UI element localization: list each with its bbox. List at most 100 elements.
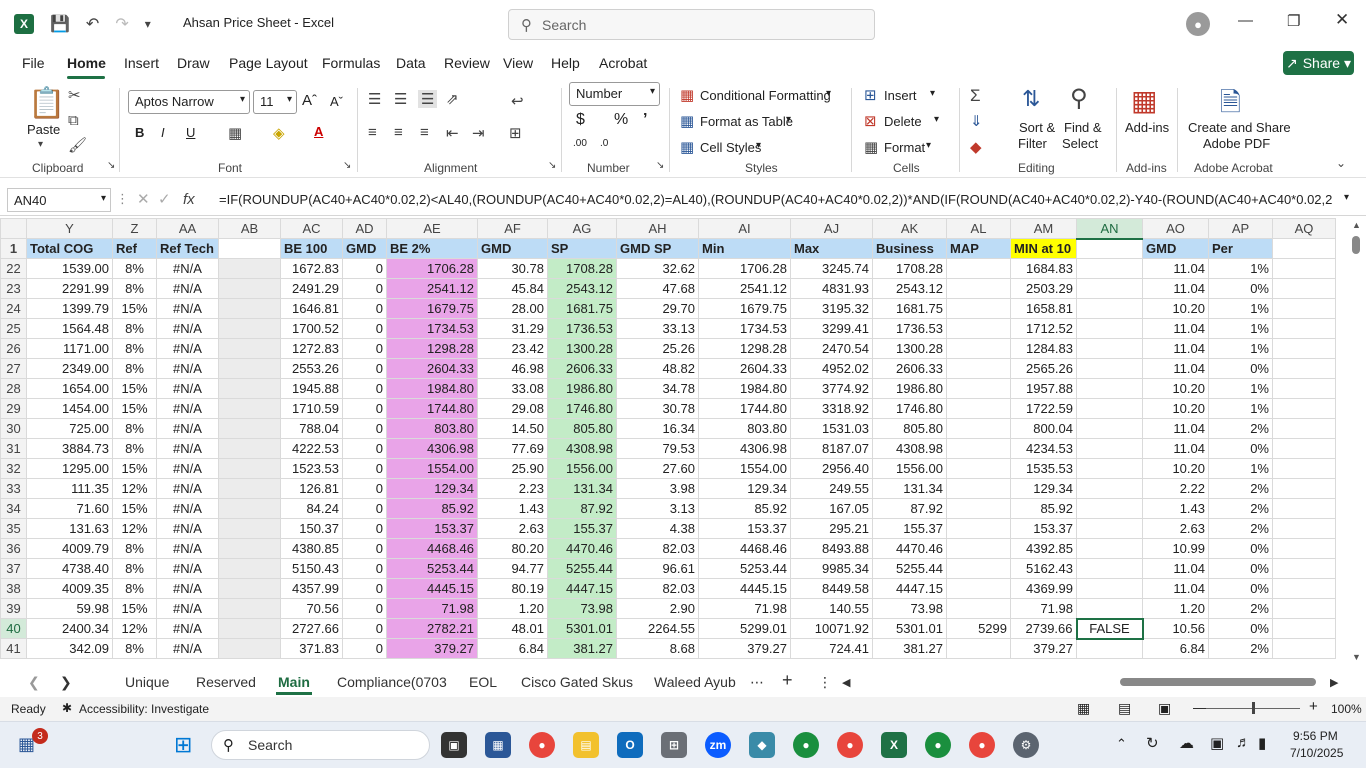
cell-ao25[interactable]: 11.04 <box>1142 318 1209 339</box>
cell-ac39[interactable]: 70.56 <box>280 598 343 619</box>
tab-home[interactable]: Home <box>67 55 106 71</box>
cell-ak23[interactable]: 2543.12 <box>872 278 947 299</box>
expand-formula-icon[interactable]: ▾ <box>1344 192 1349 203</box>
cell-ab26[interactable] <box>218 338 281 359</box>
cell-z39[interactable]: 15% <box>112 598 157 619</box>
cell-af26[interactable]: 23.42 <box>477 338 548 359</box>
cell-ak22[interactable]: 1708.28 <box>872 258 947 279</box>
cell-z41[interactable]: 8% <box>112 638 157 659</box>
cell-aa35[interactable]: #N/A <box>156 518 219 539</box>
cell-y37[interactable]: 4738.40 <box>26 558 113 579</box>
cell-y29[interactable]: 1454.00 <box>26 398 113 419</box>
cell-y38[interactable]: 4009.35 <box>26 578 113 599</box>
task-view-icon[interactable]: ▣ <box>441 732 467 758</box>
cell-ap23[interactable]: 0% <box>1208 278 1273 299</box>
cell-y30[interactable]: 725.00 <box>26 418 113 439</box>
zoom-level[interactable]: 100% <box>1331 702 1362 716</box>
cell-ao30[interactable]: 11.04 <box>1142 418 1209 439</box>
row-header[interactable]: 35 <box>0 518 27 539</box>
cell-ad25[interactable]: 0 <box>342 318 387 339</box>
cell-ad33[interactable]: 0 <box>342 478 387 499</box>
cell-aa28[interactable]: #N/A <box>156 378 219 399</box>
cell-y31[interactable]: 3884.73 <box>26 438 113 459</box>
find-select-icon[interactable]: ⚲ <box>1070 84 1088 113</box>
cell-ad30[interactable]: 0 <box>342 418 387 439</box>
save-icon[interactable]: 💾 <box>50 14 70 34</box>
cell-z1[interactable]: Ref <box>112 238 157 259</box>
cell-ai34[interactable]: 85.92 <box>698 498 791 519</box>
cell-af30[interactable]: 14.50 <box>477 418 548 439</box>
cell-aj33[interactable]: 249.55 <box>790 478 873 499</box>
cell-ak34[interactable]: 87.92 <box>872 498 947 519</box>
cell-y22[interactable]: 1539.00 <box>26 258 113 279</box>
cell-ac34[interactable]: 84.24 <box>280 498 343 519</box>
cell-ap1[interactable]: Per <box>1208 238 1273 259</box>
cell-ah27[interactable]: 48.82 <box>616 358 699 379</box>
cell-an36[interactable] <box>1076 538 1143 559</box>
zoom-out-icon[interactable]: — <box>1193 699 1207 715</box>
cell-ac1[interactable]: BE 100 <box>280 238 343 259</box>
cell-an27[interactable] <box>1076 358 1143 379</box>
battery-icon[interactable]: ▮ <box>1258 734 1266 752</box>
cell-aj24[interactable]: 3195.32 <box>790 298 873 319</box>
cell-am33[interactable]: 129.34 <box>1010 478 1077 499</box>
cell-ad38[interactable]: 0 <box>342 578 387 599</box>
cell-ak30[interactable]: 805.80 <box>872 418 947 439</box>
cell-al38[interactable] <box>946 578 1011 599</box>
cell-ap26[interactable]: 1% <box>1208 338 1273 359</box>
column-header-af[interactable]: AF <box>477 218 548 239</box>
cell-ah31[interactable]: 79.53 <box>616 438 699 459</box>
sheet-tab-compliance[interactable]: Compliance(0703 <box>337 674 447 690</box>
row-header[interactable]: 26 <box>0 338 27 359</box>
column-header-ac[interactable]: AC <box>280 218 343 239</box>
currency-icon[interactable]: $ <box>576 111 585 129</box>
cell-aq25[interactable] <box>1272 318 1336 339</box>
cell-ao28[interactable]: 10.20 <box>1142 378 1209 399</box>
cell-ap30[interactable]: 2% <box>1208 418 1273 439</box>
cell-ao1[interactable]: GMD <box>1142 238 1209 259</box>
cell-ah36[interactable]: 82.03 <box>616 538 699 559</box>
cell-al25[interactable] <box>946 318 1011 339</box>
cell-ae23[interactable]: 2541.12 <box>386 278 478 299</box>
cell-ah40[interactable]: 2264.55 <box>616 618 699 639</box>
find-select-label-2[interactable]: Select <box>1062 136 1098 151</box>
cell-ao23[interactable]: 11.04 <box>1142 278 1209 299</box>
align-left-icon[interactable]: ≡ <box>368 124 377 141</box>
cell-am1[interactable]: MIN at 10 <box>1010 238 1077 259</box>
cell-aa25[interactable]: #N/A <box>156 318 219 339</box>
cell-aj29[interactable]: 3318.92 <box>790 398 873 419</box>
merge-center-icon[interactable]: ⊞ <box>509 124 522 142</box>
cell-am34[interactable]: 85.92 <box>1010 498 1077 519</box>
chrome-icon[interactable]: ● <box>529 732 555 758</box>
row-header[interactable]: 28 <box>0 378 27 399</box>
cell-ac22[interactable]: 1672.83 <box>280 258 343 279</box>
sort-filter-label-2[interactable]: Filter <box>1018 136 1047 151</box>
font-color-icon[interactable]: A <box>314 124 323 139</box>
minimize-icon[interactable]: — <box>1238 12 1253 29</box>
cell-an30[interactable] <box>1076 418 1143 439</box>
column-header-am[interactable]: AM <box>1010 218 1077 239</box>
cell-am36[interactable]: 4392.85 <box>1010 538 1077 559</box>
cell-ac25[interactable]: 1700.52 <box>280 318 343 339</box>
cell-ag31[interactable]: 4308.98 <box>547 438 617 459</box>
cell-al32[interactable] <box>946 458 1011 479</box>
cell-am26[interactable]: 1284.83 <box>1010 338 1077 359</box>
cell-ap24[interactable]: 1% <box>1208 298 1273 319</box>
cell-af23[interactable]: 45.84 <box>477 278 548 299</box>
cell-ab35[interactable] <box>218 518 281 539</box>
cell-aq35[interactable] <box>1272 518 1336 539</box>
more-sheets-icon[interactable]: ⋯ <box>750 674 764 691</box>
column-header-ad[interactable]: AD <box>342 218 387 239</box>
enter-icon[interactable]: ✓ <box>158 190 171 208</box>
cell-z29[interactable]: 15% <box>112 398 157 419</box>
row-header[interactable]: 30 <box>0 418 27 439</box>
zoom-slider-thumb[interactable] <box>1252 702 1255 714</box>
cell-al39[interactable] <box>946 598 1011 619</box>
calculator-icon[interactable]: ⊞ <box>661 732 687 758</box>
undo-icon[interactable]: ↶ <box>86 14 99 34</box>
row-header[interactable]: 39 <box>0 598 27 619</box>
column-header-ah[interactable]: AH <box>616 218 699 239</box>
chrome-profile-icon[interactable]: ● <box>925 732 951 758</box>
cell-ae38[interactable]: 4445.15 <box>386 578 478 599</box>
row-header[interactable]: 32 <box>0 458 27 479</box>
